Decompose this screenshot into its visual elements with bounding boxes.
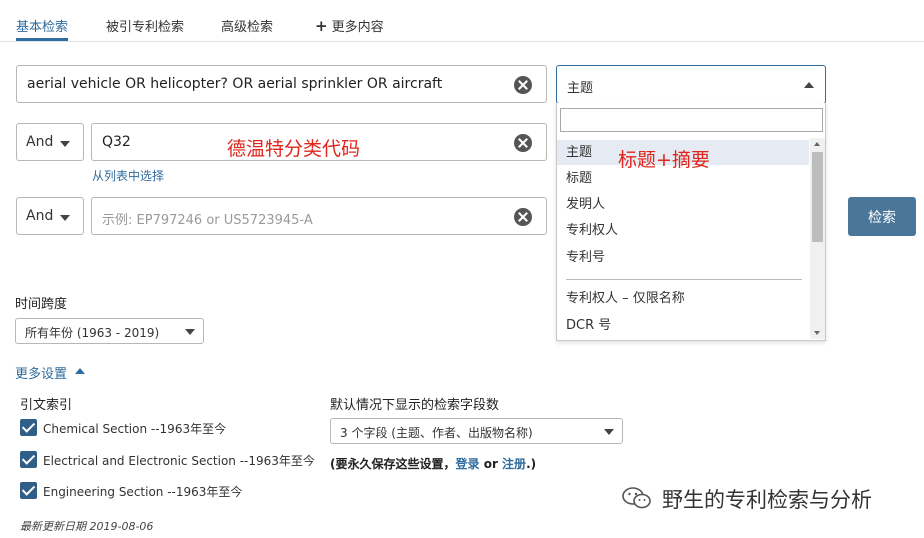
checkbox-engineering-section[interactable] — [20, 482, 37, 499]
search-row-1-value: aerial vehicle OR helicopter? OR aerial … — [27, 76, 443, 92]
clear-icon[interactable] — [514, 208, 532, 226]
watermark-text: 野生的专利检索与分析 — [662, 488, 872, 512]
more-settings-toggle[interactable]: 更多设置 — [15, 363, 67, 382]
field-dropdown: 主题 标题 发明人 专利权人 专利号 专利权人 – 仅限名称 DCR 号 — [556, 103, 826, 341]
tab-cited-patent-search[interactable]: 被引专利检索 — [106, 16, 184, 35]
clear-icon[interactable] — [514, 134, 532, 152]
engineering-section-label: Engineering Section --1963年至今 — [43, 485, 243, 499]
plus-icon: + — [315, 17, 328, 35]
chevron-down-icon — [604, 429, 614, 435]
select-from-list-link[interactable]: 从列表中选择 — [92, 167, 164, 184]
boolean-select-row-2[interactable]: And — [16, 123, 84, 161]
note-or: or — [479, 457, 503, 471]
active-tab-indicator — [16, 38, 68, 41]
search-row-3-placeholder: 示例: EP797246 or US5723945-A — [102, 213, 313, 228]
save-settings-note: (要永久保存这些设置，登录 or 注册.) — [330, 455, 536, 472]
scroll-down-icon[interactable] — [814, 331, 820, 335]
more-settings-label: 更多设置 — [15, 367, 68, 382]
tab-basic-search[interactable]: 基本检索 — [16, 16, 68, 35]
chevron-down-icon — [60, 141, 70, 147]
annotation-title-abstract: 标题+摘要 — [618, 149, 710, 171]
boolean-value-row-3: And — [26, 208, 54, 224]
annotation-derwent-code: 德温特分类代码 — [227, 138, 361, 160]
chevron-down-icon — [185, 329, 195, 335]
display-fields-label: 默认情况下显示的检索字段数 — [330, 398, 500, 413]
dropdown-option-dcr-number[interactable]: DCR 号 — [557, 313, 809, 338]
timespan-select[interactable]: 所有年份 (1963 - 2019) — [15, 318, 204, 344]
dropdown-scrollbar[interactable] — [810, 138, 825, 339]
search-tabs: 基本检索 被引专利检索 高级检索 + 更多内容 — [0, 0, 924, 42]
tab-more-content[interactable]: + 更多内容 — [315, 16, 384, 35]
dropdown-option-assignee-name-only[interactable]: 专利权人 – 仅限名称 — [557, 286, 809, 311]
dropdown-option-patent-number[interactable]: 专利号 — [557, 245, 809, 270]
display-fields-value: 3 个字段 (主题、作者、出版物名称) — [340, 426, 533, 440]
login-link[interactable]: 登录 — [456, 457, 480, 471]
dropdown-filter-input[interactable] — [560, 108, 823, 132]
field-select[interactable]: 主题 — [556, 65, 826, 104]
display-fields-select[interactable]: 3 个字段 (主题、作者、出版物名称) — [330, 418, 623, 444]
note-prefix: (要永久保存这些设置， — [330, 457, 456, 471]
citation-index-label: 引文索引 — [20, 398, 73, 413]
tab-advanced-search[interactable]: 高级检索 — [221, 16, 273, 35]
checkbox-electrical-section[interactable] — [20, 451, 37, 468]
chevron-up-icon[interactable] — [75, 368, 85, 374]
chevron-down-icon — [60, 215, 70, 221]
boolean-value-row-2: And — [26, 134, 54, 150]
search-row-2-value: Q32 — [102, 134, 131, 150]
note-suffix: .) — [526, 457, 537, 471]
dropdown-divider — [566, 279, 802, 280]
last-updated-date: 最新更新日期 2019-08-06 — [20, 520, 154, 533]
electrical-section-label: Electrical and Electronic Section --1963… — [43, 454, 315, 468]
field-select-value: 主题 — [567, 81, 594, 96]
tab-more-content-label: 更多内容 — [331, 20, 384, 35]
chemical-section-label: Chemical Section --1963年至今 — [43, 422, 227, 436]
timespan-label: 时间跨度 — [15, 297, 68, 312]
boolean-select-row-3[interactable]: And — [16, 197, 84, 235]
wechat-logo-icon — [622, 487, 651, 509]
search-button[interactable]: 检索 — [848, 197, 916, 236]
dropdown-option-inventor[interactable]: 发明人 — [557, 192, 809, 217]
dropdown-option-assignee[interactable]: 专利权人 — [557, 218, 809, 243]
search-row-1-input[interactable]: aerial vehicle OR helicopter? OR aerial … — [16, 65, 547, 103]
checkbox-chemical-section[interactable] — [20, 419, 37, 436]
clear-icon[interactable] — [514, 76, 532, 94]
search-row-3-input[interactable]: 示例: EP797246 or US5723945-A — [91, 197, 547, 235]
scroll-up-icon[interactable] — [814, 142, 820, 146]
chevron-up-icon — [804, 82, 814, 88]
timespan-value: 所有年份 (1963 - 2019) — [25, 326, 160, 340]
scrollbar-thumb[interactable] — [812, 152, 823, 242]
register-link[interactable]: 注册 — [502, 457, 526, 471]
